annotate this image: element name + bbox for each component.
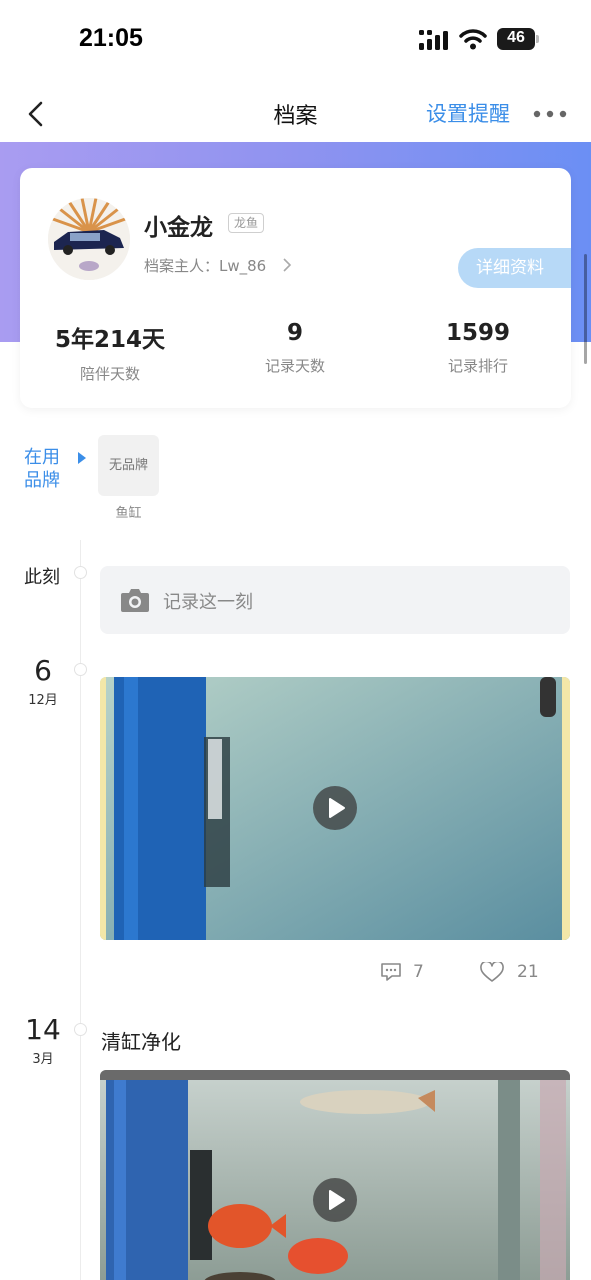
play-icon[interactable] bbox=[313, 1178, 357, 1222]
pet-name: 小金龙 bbox=[144, 215, 213, 241]
stat-label: 记录排行 bbox=[447, 357, 508, 375]
comment-icon[interactable] bbox=[380, 962, 402, 982]
battery-icon: 46 bbox=[497, 28, 541, 50]
timeline-dot bbox=[74, 663, 87, 676]
record-moment-input[interactable]: 记录这一刻 bbox=[100, 566, 570, 634]
battery-level: 46 bbox=[507, 29, 525, 46]
record-placeholder: 记录这一刻 bbox=[163, 592, 253, 613]
entry-day: 6 bbox=[34, 654, 52, 687]
timeline-line bbox=[80, 540, 81, 1280]
pet-avatar[interactable] bbox=[48, 198, 130, 280]
entry-month: 12月 bbox=[28, 693, 58, 708]
stat-record-rank[interactable]: 1599 记录排行 bbox=[388, 320, 568, 376]
timeline-dot bbox=[74, 566, 87, 579]
details-button[interactable]: 详细资料 bbox=[458, 248, 571, 288]
play-icon[interactable] bbox=[313, 786, 357, 830]
species-badge: 龙鱼 bbox=[228, 213, 265, 233]
set-reminder-button[interactable]: 设置提醒 bbox=[426, 98, 510, 128]
brand-chip[interactable]: 无品牌 bbox=[98, 435, 159, 496]
brand-section-label[interactable]: 在用 品牌 bbox=[24, 446, 60, 492]
status-time: 21:05 bbox=[79, 24, 143, 52]
stat-label: 陪伴天数 bbox=[79, 365, 140, 383]
entry-title: 清缸净化 bbox=[101, 1030, 181, 1054]
stat-label: 记录天数 bbox=[264, 357, 325, 375]
stat-companion-days: 5年214天 陪伴天数 bbox=[20, 320, 200, 384]
wifi-icon bbox=[459, 29, 487, 50]
stat-record-days: 9 记录天数 bbox=[205, 320, 385, 376]
now-label: 此刻 bbox=[24, 567, 60, 588]
video-thumbnail[interactable] bbox=[100, 677, 570, 940]
video-thumbnail[interactable] bbox=[100, 1070, 570, 1280]
chevron-right-icon bbox=[283, 258, 292, 272]
scrollbar[interactable] bbox=[584, 254, 587, 364]
timeline-dot bbox=[74, 1023, 87, 1036]
brand-caption: 鱼缸 bbox=[115, 506, 142, 521]
camera-icon bbox=[121, 589, 149, 612]
entry-day: 14 bbox=[25, 1013, 61, 1046]
cellular-signal-icon bbox=[419, 30, 448, 50]
profile-card: 小金龙 龙鱼 档案主人：Lw_86 详细资料 5年214天 陪伴天数 9 记录天… bbox=[20, 168, 571, 408]
more-dots-icon[interactable] bbox=[533, 110, 567, 118]
owner-link[interactable]: 档案主人：Lw_86 bbox=[144, 255, 266, 276]
entry-month: 3月 bbox=[32, 1052, 54, 1067]
stat-value: 9 bbox=[286, 320, 303, 346]
nav-bar: 档案 设置提醒 bbox=[0, 86, 591, 142]
heart-icon[interactable] bbox=[480, 962, 504, 983]
status-bar: 21:05 46 bbox=[0, 0, 591, 80]
like-count: 21 bbox=[517, 962, 539, 982]
comment-count: 7 bbox=[413, 962, 424, 982]
stat-value: 5年214天 bbox=[54, 327, 165, 353]
triangle-right-icon bbox=[78, 452, 86, 464]
stat-value: 1599 bbox=[445, 320, 510, 346]
